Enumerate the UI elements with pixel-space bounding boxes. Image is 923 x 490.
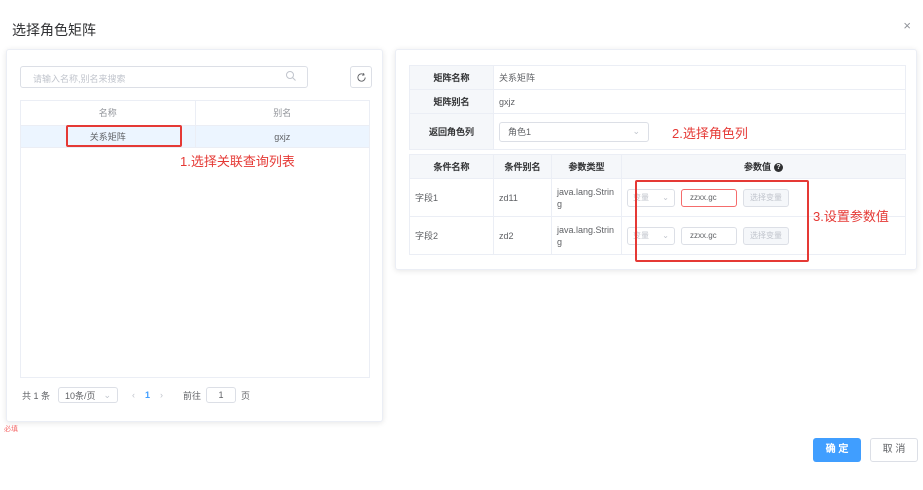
page-suffix: 页 xyxy=(241,390,251,401)
goto-label: 前往 xyxy=(183,390,202,401)
col-header-alias: 别名 xyxy=(273,108,292,118)
pagination-total: 共 1 条 xyxy=(22,390,51,401)
cell-alias: gxjz xyxy=(274,132,291,142)
col-header-name: 名称 xyxy=(21,101,196,125)
pagination: 共 1 条 10条/页 ⌄ ‹ 1 › 前往 1 页 xyxy=(22,386,250,404)
dialog-title: 选择角色矩阵 xyxy=(12,22,96,38)
matrix-name-label: 矩阵名称 xyxy=(409,65,494,90)
refresh-icon xyxy=(356,72,366,82)
cond-alias: zd11 xyxy=(493,178,552,217)
param-type: java.lang.String xyxy=(551,178,622,217)
next-page-button[interactable]: › xyxy=(160,390,163,400)
cond-name: 字段1 xyxy=(409,178,494,217)
param-type: java.lang.String xyxy=(551,216,622,255)
table-header: 名称 别名 xyxy=(21,101,369,126)
close-icon[interactable]: × xyxy=(903,18,911,33)
search-placeholder: 请输入名称,别名来搜索 xyxy=(33,74,126,84)
matrix-list-panel: 请输入名称,别名来搜索 名称 别名 关系矩阵 gxjz 共 1 条 10条/页 … xyxy=(6,49,383,422)
return-col-label: 返回角色列 xyxy=(409,113,494,150)
cancel-button[interactable]: 取 消 xyxy=(870,438,918,462)
col-header-cond-alias: 条件别名 xyxy=(493,154,552,179)
page-number-current[interactable]: 1 xyxy=(145,390,150,400)
annotation-step2: 2.选择角色列 xyxy=(672,126,748,141)
chevron-down-icon: ⌄ xyxy=(103,389,112,400)
confirm-button[interactable]: 确 定 xyxy=(813,438,861,462)
param-value-header: 参数值 xyxy=(743,162,771,172)
annotation-box-step1 xyxy=(66,125,182,147)
annotation-step3: 3.设置参数值 xyxy=(813,209,889,224)
cond-alias: zd2 xyxy=(493,216,552,255)
help-icon[interactable]: ? xyxy=(774,163,783,173)
prev-page-button[interactable]: ‹ xyxy=(132,390,135,400)
search-icon xyxy=(286,71,296,81)
matrix-name-value: 关系矩阵 xyxy=(493,65,906,90)
annotation-step1: 1.选择关联查询列表 xyxy=(180,154,295,169)
return-col-select[interactable]: 角色1 ⌄ xyxy=(499,121,649,142)
matrix-info-table: 矩阵名称 关系矩阵 矩阵别名 gxjz 返回角色列 角色1 ⌄ xyxy=(409,65,906,150)
page-size-value: 10条/页 xyxy=(65,390,96,401)
col-header-cond-name: 条件名称 xyxy=(409,154,494,179)
required-note: 必填 xyxy=(4,426,18,433)
search-input[interactable]: 请输入名称,别名来搜索 xyxy=(20,66,308,88)
refresh-button[interactable] xyxy=(350,66,372,88)
matrix-alias-label: 矩阵别名 xyxy=(409,89,494,114)
table-header: 条件名称 条件别名 参数类型 参数值? xyxy=(409,154,906,179)
cond-name: 字段2 xyxy=(409,216,494,255)
col-header-param-type: 参数类型 xyxy=(551,154,622,179)
col-header-param-value: 参数值? xyxy=(621,154,906,179)
matrix-alias-value: gxjz xyxy=(493,89,906,114)
page-size-select[interactable]: 10条/页 ⌄ xyxy=(58,387,119,403)
return-col-value: 角色1 xyxy=(508,127,532,137)
chevron-down-icon: ⌄ xyxy=(632,126,640,136)
jump-page-input[interactable]: 1 xyxy=(206,387,237,403)
annotation-box-step3 xyxy=(635,180,809,262)
